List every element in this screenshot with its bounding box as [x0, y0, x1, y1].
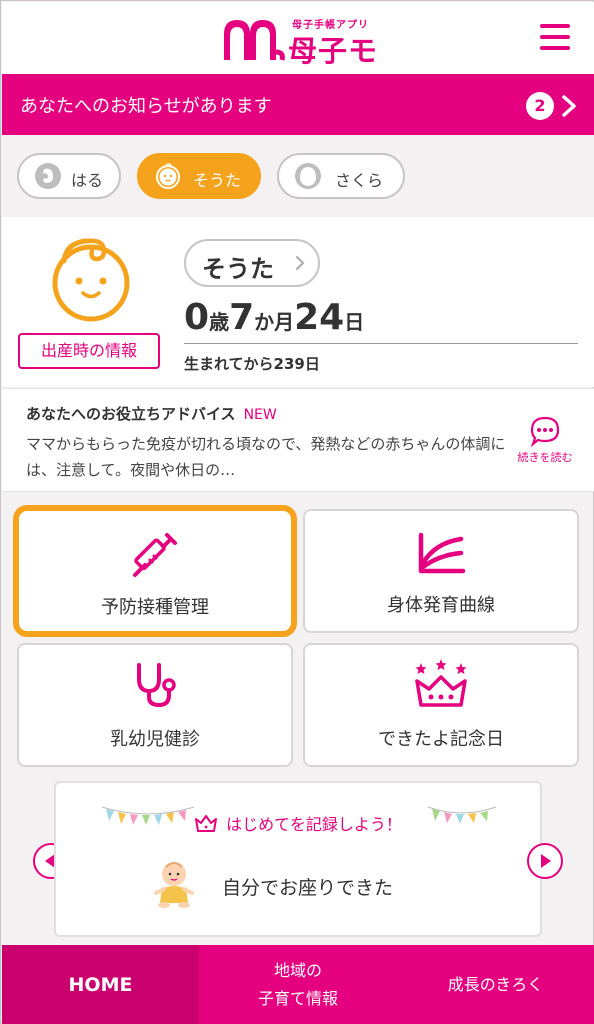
child-tab-label: そうた [193, 171, 242, 190]
vaccination-card[interactable]: 予防接種管理 [13, 505, 297, 637]
birth-info-button[interactable]: 出産時の情報 [18, 333, 160, 369]
child-tab-souta[interactable]: そうた [137, 153, 261, 199]
syringe-icon [133, 533, 177, 577]
notification-count-badge: 2 [526, 92, 554, 120]
baby-boy-icon [156, 163, 180, 189]
feature-label: 身体発育曲線 [387, 595, 495, 616]
advice-title-text: あなたへのお役立ちアドバイス [26, 405, 236, 423]
nav-home[interactable]: HOME [2, 945, 199, 1024]
age-days: 24 [294, 297, 345, 338]
advice-title: あなたへのお役立ちアドバイス NEW [26, 403, 277, 424]
nav-growth-label: 成長のきろく [447, 975, 544, 994]
health-checkup-card[interactable]: 乳幼児健診 [17, 643, 293, 767]
fetus-icon [35, 163, 61, 189]
read-more-label: 続きを読む [517, 451, 573, 464]
bunting-right-icon [427, 806, 497, 824]
logo-mark-icon [224, 20, 285, 61]
child-age: 0歳7か月24日 [184, 297, 364, 338]
baby-face-icon [52, 238, 130, 322]
milestone-card[interactable]: はじめてを記録しよう！ 自分でお座りできた [54, 781, 542, 937]
notification-bar[interactable]: あなたへのお知らせがあります 2 [2, 74, 594, 135]
hamburger-menu-icon[interactable] [540, 24, 570, 50]
child-tab-label: はる [71, 171, 104, 190]
bottom-navigation: HOME 地域の 子育て情報 成長のきろく [2, 945, 594, 1024]
notification-text: あなたへのお知らせがあります [20, 96, 272, 117]
age-years-unit: 歳 [209, 310, 230, 334]
advice-body: ママからもらった免疫が切れる頃なので、発熱などの赤ちゃんの体調には、注意して。夜… [26, 435, 506, 479]
triangle-right-icon [541, 854, 551, 868]
chevron-right-icon [562, 95, 576, 117]
advice-panel[interactable]: あなたへのお役立ちアドバイス NEW ママからもらった免疫が切れる頃なので、発熱な… [2, 388, 594, 492]
child-name-button[interactable]: そうた [184, 239, 320, 287]
divider [184, 343, 578, 344]
child-tab-haru[interactable]: はる [17, 153, 121, 199]
small-crown-icon [195, 815, 218, 832]
milestone-day-card[interactable]: できたよ記念日 [303, 643, 579, 767]
nav-local-info[interactable]: 地域の 子育て情報 [199, 945, 397, 1024]
days-since-birth: 生まれてから239日 [184, 355, 320, 373]
age-months: 7 [229, 297, 255, 338]
girl-icon [295, 163, 321, 189]
stethoscope-icon [137, 663, 176, 708]
speech-bubble-icon [530, 416, 560, 447]
age-months-unit: か月 [254, 310, 295, 334]
nav-local-line2: 子育て情報 [257, 989, 338, 1008]
app-header: 母子手帳アプリ 母子モ [2, 2, 594, 74]
child-profile: 出産時の情報 そうた 0歳7か月24日 生まれてから239日 [2, 217, 594, 387]
child-tab-label: さくら [335, 171, 384, 190]
feature-label: 予防接種管理 [101, 597, 209, 618]
child-tab-sakura[interactable]: さくら [277, 153, 405, 199]
milestone-heading-text: はじめてを記録しよう！ [226, 815, 402, 834]
carousel-next-button[interactable] [527, 843, 563, 879]
sitting-baby-icon [154, 862, 194, 908]
feature-label: できたよ記念日 [378, 729, 504, 750]
child-selector: はる そうた さくら [2, 135, 594, 217]
growth-curve-icon [418, 532, 466, 574]
app-logo[interactable]: 母子手帳アプリ 母子モ [220, 14, 380, 68]
nav-local-line1: 地域の [273, 961, 322, 980]
read-more-button[interactable]: 続きを読む [512, 415, 578, 475]
crown-icon [415, 659, 467, 707]
nav-growth-record[interactable]: 成長のきろく [397, 945, 594, 1024]
logo-title: 母子モ [288, 34, 379, 68]
new-badge: NEW [243, 407, 277, 423]
app-frame: 母子手帳アプリ 母子モ あなたへのお知らせがあります 2 はる そうた さくら … [0, 0, 594, 1024]
chevron-right-icon [296, 256, 305, 270]
growth-curve-card[interactable]: 身体発育曲線 [303, 509, 579, 633]
nav-home-label: HOME [68, 974, 133, 996]
milestone-item-text: 自分でお座りできた [222, 877, 394, 899]
feature-label: 乳幼児健診 [110, 729, 200, 750]
age-years: 0 [184, 297, 210, 338]
child-name: そうた [202, 255, 274, 283]
age-days-unit: 日 [344, 310, 365, 334]
